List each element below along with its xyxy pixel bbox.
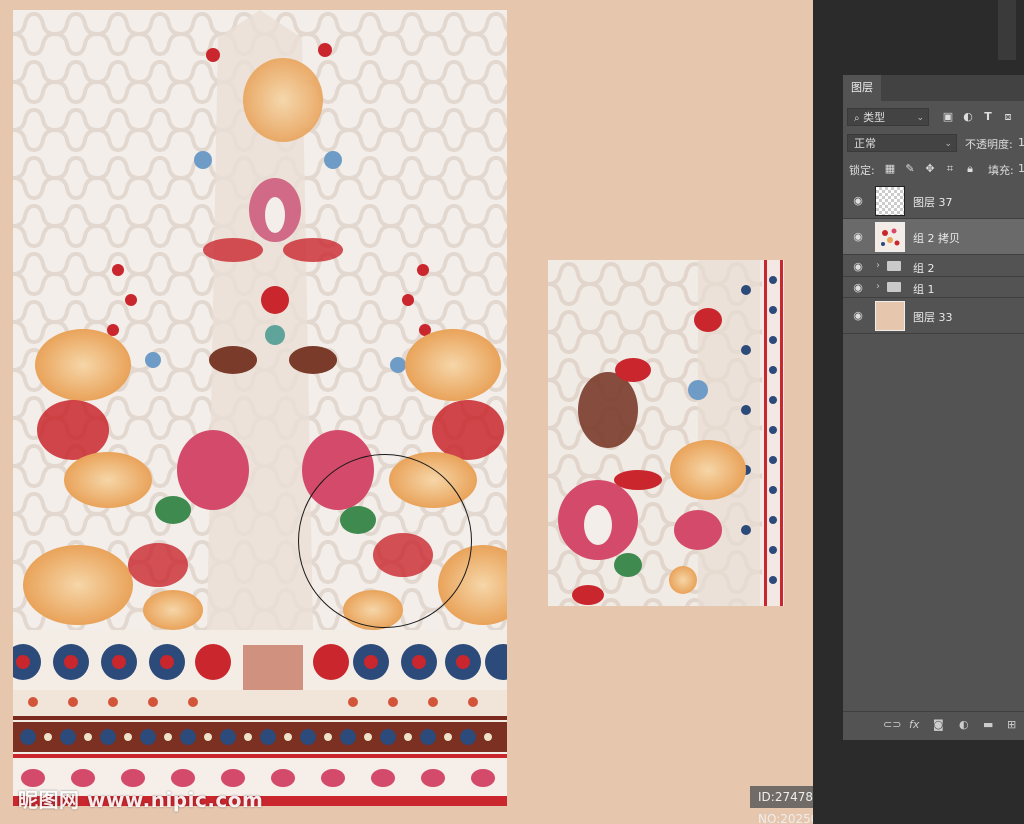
panel-dock-strip — [998, 0, 1016, 60]
expand-caret-icon[interactable]: › — [876, 260, 880, 271]
lock-transparent-icon[interactable]: ▦ — [883, 160, 897, 178]
watermark-right: ID:27478411 NO:20250304110517245100 — [750, 786, 813, 824]
layer-name: 图层 33 — [913, 311, 953, 324]
layer-thumbnail — [875, 301, 905, 331]
adjustment-filter-icon[interactable]: ◐ — [961, 108, 975, 126]
fill-value[interactable]: 1 — [1018, 162, 1024, 175]
pattern-thumb-icon — [881, 228, 900, 246]
chevron-down-icon: ⌄ — [916, 113, 924, 123]
document-canvas[interactable]: 昵图网 www.nipic.com ID:27478411 NO:2025030… — [0, 0, 813, 824]
link-icon[interactable]: ⊂⊃ — [883, 718, 901, 731]
eye-icon[interactable]: ◉ — [852, 230, 864, 243]
fx-icon[interactable]: fx — [909, 718, 919, 731]
opacity-value[interactable]: 1 — [1018, 136, 1024, 149]
folder-icon — [887, 282, 901, 292]
adjustment-icon[interactable]: ◐ — [959, 718, 969, 731]
layers-bottom-bar: ⊂⊃ fx ◙ ◐ ▬ ⊞ — [843, 711, 1024, 740]
fill-label: 填充: — [988, 164, 1014, 177]
mask-icon[interactable]: ◙ — [933, 718, 944, 731]
blend-mode-select[interactable]: 正常 ⌄ — [847, 134, 957, 152]
lock-label: 锁定: — [849, 164, 875, 177]
layer-row-group2-copy[interactable]: ◉ 组 2 拷贝 — [843, 219, 1024, 255]
layer-name: 图层 37 — [913, 196, 953, 209]
tab-layers[interactable]: 图层 — [843, 75, 881, 101]
main-pattern-art — [13, 10, 507, 806]
chevron-down-icon: ⌄ — [944, 139, 952, 149]
filter-kind-label: 类型 — [863, 111, 886, 124]
layers-tab-bar: 图层 — [843, 75, 1024, 101]
blend-row: 正常 ⌄ 不透明度: 1 — [843, 134, 1024, 154]
filter-kind-select[interactable]: ⌕ 类型 ⌄ — [847, 108, 929, 126]
layer-name: 组 1 — [913, 283, 935, 296]
search-icon: ⌕ — [854, 113, 860, 124]
layer-row-33[interactable]: ◉ 图层 33 — [843, 298, 1024, 334]
lock-paint-icon[interactable]: ✎ — [903, 160, 917, 178]
layer-row-group1[interactable]: ◉ › 组 1 — [843, 277, 1024, 298]
layer-row-37[interactable]: ◉ 图层 37 — [843, 183, 1024, 219]
shape-filter-icon[interactable]: ⧈ — [1001, 108, 1015, 126]
type-filter-icon[interactable]: T — [981, 108, 995, 126]
layer-name: 组 2 拷贝 — [913, 232, 960, 245]
main-pattern-panel — [13, 10, 507, 806]
new-group-icon[interactable]: ▬ — [983, 718, 993, 731]
lock-move-icon[interactable]: ✥ — [923, 160, 937, 178]
expand-caret-icon[interactable]: › — [876, 281, 880, 292]
lock-row: 锁定: ▦ ✎ ✥ ⌗ 🔒︎ 填充: 1 — [843, 160, 1024, 180]
selection-circle — [298, 454, 472, 628]
side-pattern-panel — [548, 260, 784, 606]
layers-panel: 图层 ⌕ 类型 ⌄ ▣ ◐ T ⧈ 正常 ⌄ 不透明度: 1 锁定: ▦ ✎ ✥… — [843, 74, 1024, 740]
filter-row: ⌕ 类型 ⌄ ▣ ◐ T ⧈ — [843, 108, 1024, 128]
blend-mode-value: 正常 — [854, 137, 876, 150]
lock-all-icon[interactable]: 🔒︎ — [963, 160, 977, 178]
side-pattern-art — [548, 260, 784, 606]
layer-thumbnail — [875, 222, 905, 252]
opacity-label: 不透明度: — [965, 138, 1013, 151]
layer-row-group2[interactable]: ◉ › 组 2 — [843, 256, 1024, 277]
watermark-left: 昵图网 www.nipic.com — [18, 788, 264, 812]
new-layer-icon[interactable]: ⊞ — [1007, 718, 1016, 731]
image-filter-icon[interactable]: ▣ — [941, 108, 955, 126]
layer-name: 组 2 — [913, 262, 935, 275]
layer-thumbnail — [875, 186, 905, 216]
eye-icon[interactable]: ◉ — [852, 281, 864, 294]
eye-icon[interactable]: ◉ — [852, 260, 864, 273]
lock-artboard-icon[interactable]: ⌗ — [943, 160, 957, 178]
eye-icon[interactable]: ◉ — [852, 194, 864, 207]
eye-icon[interactable]: ◉ — [852, 309, 864, 322]
folder-icon — [887, 261, 901, 271]
